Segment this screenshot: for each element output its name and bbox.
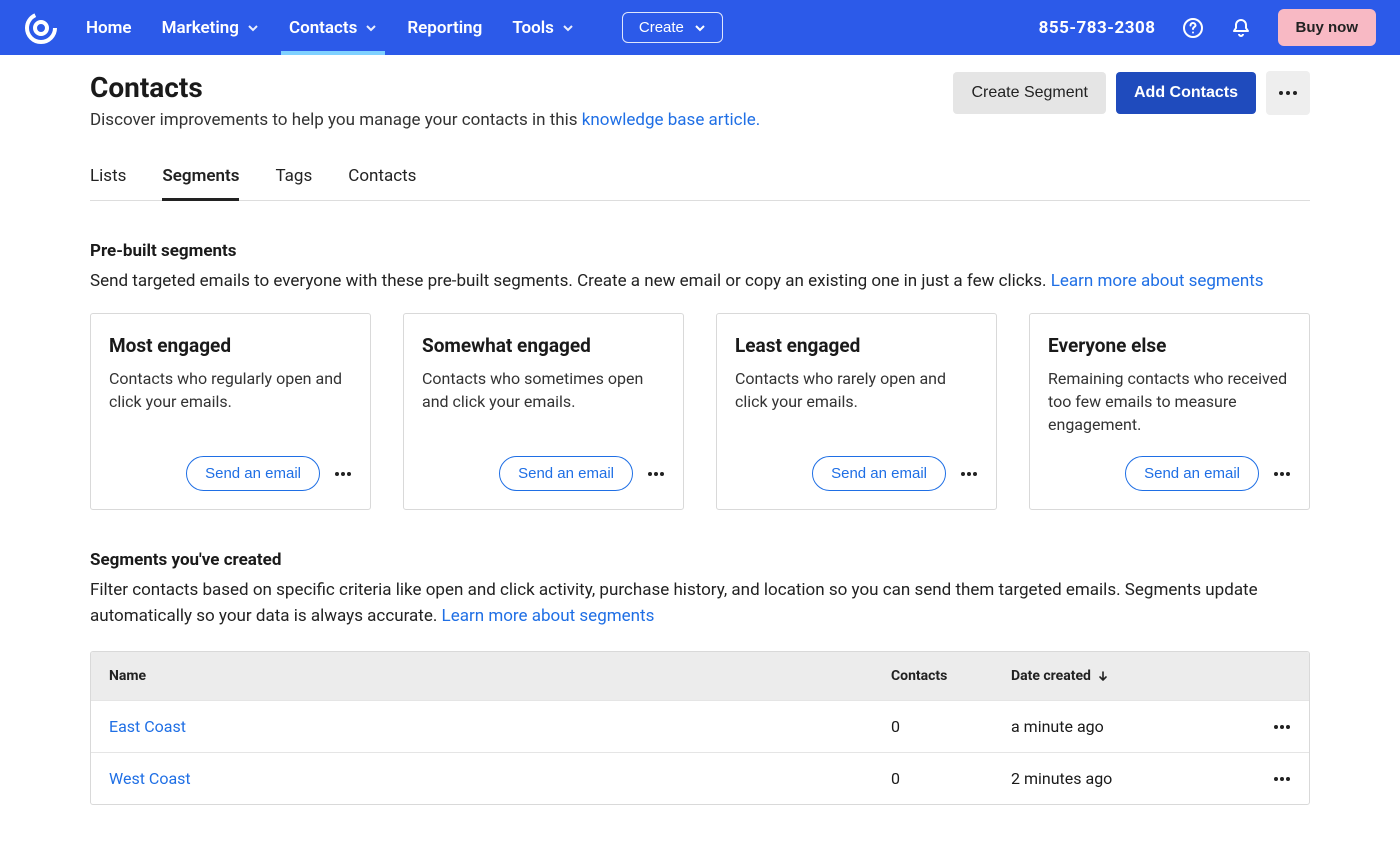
created-heading: Segments you've created (90, 550, 1310, 570)
table-row: West Coast 0 2 minutes ago (91, 752, 1309, 804)
nav-links: Home Marketing Contacts Reporting Tools … (86, 2, 723, 54)
card-least-engaged: Least engaged Contacts who rarely open a… (716, 313, 997, 511)
card-title: Everyone else (1048, 334, 1291, 357)
col-name[interactable]: Name (109, 668, 891, 684)
card-somewhat-engaged: Somewhat engaged Contacts who sometimes … (403, 313, 684, 511)
send-email-button[interactable]: Send an email (1125, 456, 1259, 491)
col-contacts[interactable]: Contacts (891, 668, 1011, 684)
card-everyone-else: Everyone else Remaining contacts who rec… (1029, 313, 1310, 511)
card-body: Remaining contacts who received too few … (1048, 367, 1291, 437)
page-header: Contacts Discover improvements to help y… (90, 71, 1310, 130)
help-icon[interactable] (1182, 17, 1204, 39)
send-email-button[interactable]: Send an email (812, 456, 946, 491)
row-more-icon[interactable] (1273, 724, 1291, 730)
prebuilt-heading: Pre-built segments (90, 241, 1310, 261)
prebuilt-desc: Send targeted emails to everyone with th… (90, 269, 1310, 295)
card-most-engaged: Most engaged Contacts who regularly open… (90, 313, 371, 511)
tabs: Lists Segments Tags Contacts (90, 156, 1310, 201)
nav-contacts[interactable]: Contacts (289, 2, 377, 54)
prebuilt-section: Pre-built segments Send targeted emails … (90, 241, 1310, 510)
create-segment-button[interactable]: Create Segment (953, 72, 1106, 114)
chevron-down-icon (365, 22, 377, 34)
create-button[interactable]: Create (622, 12, 723, 43)
sort-desc-icon (1097, 670, 1109, 682)
nav-marketing[interactable]: Marketing (162, 2, 259, 54)
tab-segments[interactable]: Segments (162, 156, 239, 200)
segment-name-link[interactable]: West Coast (109, 769, 191, 788)
app-logo-icon[interactable] (24, 11, 58, 45)
page-body: Contacts Discover improvements to help y… (0, 55, 1400, 845)
card-more-icon[interactable] (960, 471, 978, 477)
chevron-down-icon (562, 22, 574, 34)
kb-article-link[interactable]: knowledge base article. (582, 110, 760, 130)
card-title: Most engaged (109, 334, 352, 357)
segment-name-link[interactable]: East Coast (109, 717, 186, 736)
segments-table: Name Contacts Date created East Coast 0 … (90, 651, 1310, 805)
tab-lists[interactable]: Lists (90, 156, 126, 200)
cell-date: a minute ago (1011, 717, 1231, 736)
cell-contacts: 0 (891, 769, 1011, 788)
nav-home[interactable]: Home (86, 2, 132, 54)
tab-contacts[interactable]: Contacts (348, 156, 416, 200)
card-title: Somewhat engaged (422, 334, 665, 357)
card-more-icon[interactable] (647, 471, 665, 477)
created-section: Segments you've created Filter contacts … (90, 550, 1310, 805)
tab-tags[interactable]: Tags (275, 156, 312, 200)
page-title: Contacts (90, 71, 760, 104)
nav-tools[interactable]: Tools (512, 2, 574, 54)
buy-now-button[interactable]: Buy now (1278, 9, 1377, 46)
card-more-icon[interactable] (334, 471, 352, 477)
page-subtitle: Discover improvements to help you manage… (90, 110, 760, 130)
more-actions-button[interactable] (1266, 71, 1310, 115)
card-more-icon[interactable] (1273, 471, 1291, 477)
card-title: Least engaged (735, 334, 978, 357)
chevron-down-icon (694, 22, 706, 34)
nav-right: 855-783-2308 Buy now (1039, 9, 1376, 46)
chevron-down-icon (247, 22, 259, 34)
send-email-button[interactable]: Send an email (499, 456, 633, 491)
cell-contacts: 0 (891, 717, 1011, 736)
card-body: Contacts who regularly open and click yo… (109, 367, 352, 437)
prebuilt-cards: Most engaged Contacts who regularly open… (90, 313, 1310, 511)
table-header: Name Contacts Date created (91, 652, 1309, 700)
add-contacts-button[interactable]: Add Contacts (1116, 72, 1256, 114)
send-email-button[interactable]: Send an email (186, 456, 320, 491)
cell-date: 2 minutes ago (1011, 769, 1231, 788)
bell-icon[interactable] (1230, 17, 1252, 39)
created-desc: Filter contacts based on specific criter… (90, 578, 1310, 629)
nav-reporting[interactable]: Reporting (407, 2, 482, 54)
row-more-icon[interactable] (1273, 776, 1291, 782)
table-row: East Coast 0 a minute ago (91, 700, 1309, 752)
top-nav: Home Marketing Contacts Reporting Tools … (0, 0, 1400, 55)
card-body: Contacts who sometimes open and click yo… (422, 367, 665, 437)
col-date-created[interactable]: Date created (1011, 668, 1231, 684)
support-phone: 855-783-2308 (1039, 18, 1156, 38)
card-body: Contacts who rarely open and click your … (735, 367, 978, 437)
learn-more-segments-link[interactable]: Learn more about segments (442, 606, 655, 626)
learn-more-segments-link[interactable]: Learn more about segments (1051, 271, 1264, 291)
